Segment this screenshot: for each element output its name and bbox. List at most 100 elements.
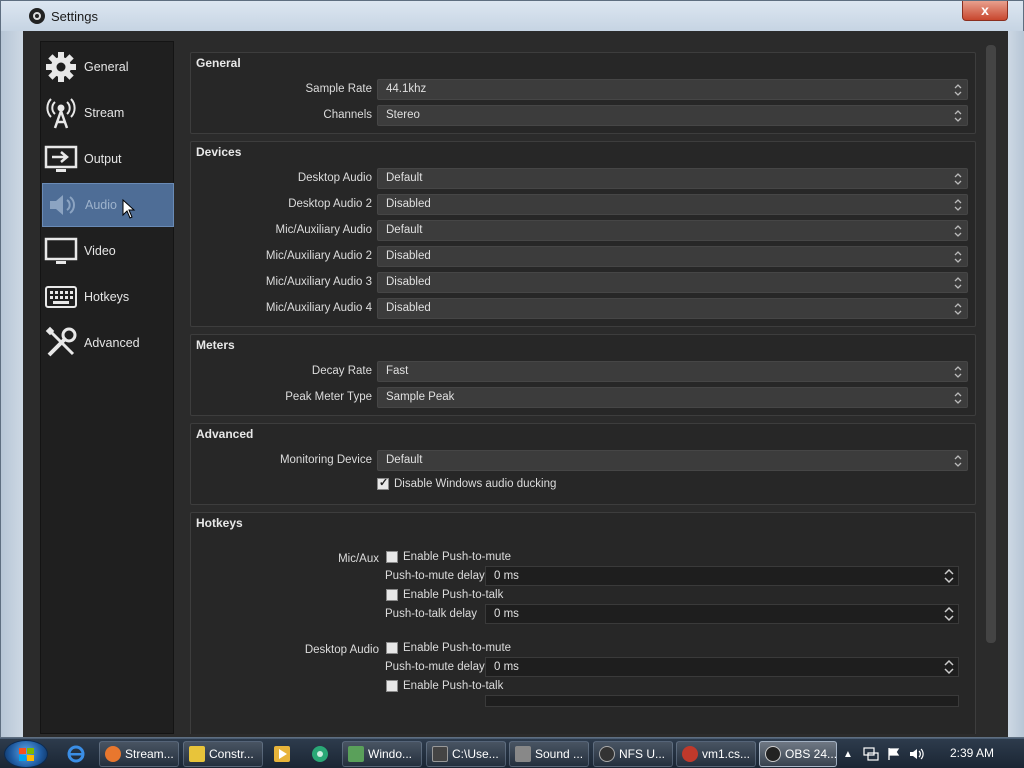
internet-explorer-icon[interactable] [66, 744, 86, 764]
select-value: Default [386, 172, 423, 184]
sidebar-item-advanced[interactable]: Advanced [42, 321, 174, 365]
taskbar: Stream... Constr... Windo... C:\Use... S… [0, 738, 1024, 768]
sample-rate-row: Sample Rate 44.1khz [191, 79, 977, 101]
title-bar[interactable]: Settings x [1, 1, 1023, 31]
sidebar-item-video[interactable]: Video [42, 229, 174, 273]
monitoring-label: Monitoring Device [279, 454, 372, 466]
taskbar-item-label: C:\Use... [452, 747, 499, 761]
chevron-updown-icon [954, 251, 962, 263]
taskbar-item-obs[interactable]: OBS 24... [759, 741, 837, 767]
device-row: Desktop Audio Default [191, 168, 977, 190]
chevron-updown-icon [954, 392, 962, 404]
desktop-audio-2-select[interactable]: Disabled [377, 194, 968, 215]
micaux-push-to-mute-delay-input[interactable]: 0 ms [485, 566, 959, 586]
spin-arrows-icon[interactable] [942, 658, 956, 676]
device-row: Mic/Auxiliary Audio Default [191, 220, 977, 242]
desktop-push-to-talk-row[interactable]: Enable Push-to-talk [386, 678, 503, 694]
taskbar-item-label: Sound ... [535, 747, 584, 761]
ducking-checkbox-row[interactable]: Disable Windows audio ducking [377, 476, 556, 492]
tools-icon [44, 326, 78, 360]
device-label: Mic/Auxiliary Audio 2 [265, 250, 372, 262]
micaux-push-to-mute-row[interactable]: Enable Push-to-mute [386, 549, 511, 565]
select-value: 44.1khz [386, 83, 427, 95]
peak-meter-label: Peak Meter Type [285, 391, 372, 403]
firefox-icon [105, 746, 121, 762]
start-button[interactable] [4, 740, 48, 768]
taskbar-item-label: Constr... [209, 747, 254, 761]
chevron-updown-icon [954, 173, 962, 185]
micaux-push-to-talk-delay-input[interactable]: 0 ms [485, 604, 959, 624]
sound-icon [515, 746, 531, 762]
desktop-push-to-mute-checkbox[interactable] [386, 642, 398, 654]
micaux-push-to-talk-checkbox[interactable] [386, 589, 398, 601]
monitoring-device-select[interactable]: Default [377, 450, 968, 471]
messenger-icon[interactable] [310, 744, 330, 764]
ducking-checkbox[interactable] [377, 476, 389, 490]
device-row: Mic/Auxiliary Audio 4 Disabled [191, 298, 977, 320]
checkbox-label: Enable Push-to-mute [403, 642, 512, 654]
action-center-flag-icon[interactable] [887, 747, 901, 761]
taskbar-item-sound[interactable]: Sound ... [509, 741, 589, 767]
window-title: Settings [51, 8, 98, 24]
taskbar-clock[interactable]: 2:39 AM [950, 746, 994, 760]
mic-aux-audio-4-select[interactable]: Disabled [377, 298, 968, 319]
sidebar-item-audio[interactable]: Audio [42, 183, 174, 227]
close-button[interactable]: x [962, 1, 1008, 21]
antenna-icon [44, 96, 78, 130]
lips-icon [682, 746, 698, 762]
spin-arrows-icon[interactable] [942, 605, 956, 623]
content-scrollbar[interactable] [986, 45, 996, 643]
group-title: Devices [196, 145, 242, 159]
sidebar-item-output[interactable]: Output [42, 137, 174, 181]
sidebar-item-label: General [84, 60, 129, 74]
micaux-push-to-mute-checkbox[interactable] [386, 551, 398, 563]
chevron-updown-icon [954, 277, 962, 289]
peak-meter-row: Peak Meter Type Sample Peak [191, 387, 977, 409]
sidebar-item-stream[interactable]: Stream [42, 91, 174, 135]
desktop-push-to-talk-checkbox[interactable] [386, 680, 398, 692]
obs-icon [765, 746, 781, 762]
decay-rate-select[interactable]: Fast [377, 361, 968, 382]
device-row: Desktop Audio 2 Disabled [191, 194, 977, 216]
group-title: General [196, 56, 241, 70]
taskbar-item-nfs[interactable]: NFS U... [593, 741, 673, 767]
taskbar-item-windo[interactable]: Windo... [342, 741, 422, 767]
desktop-audio-select[interactable]: Default [377, 168, 968, 189]
micaux-push-to-talk-row[interactable]: Enable Push-to-talk [386, 587, 503, 603]
chevron-updown-icon [954, 366, 962, 378]
chevron-updown-icon [954, 303, 962, 315]
taskbar-item-constr[interactable]: Constr... [183, 741, 263, 767]
taskbar-item-cuse[interactable]: C:\Use... [426, 741, 506, 767]
spin-arrows-icon[interactable] [942, 567, 956, 585]
channels-select[interactable]: Stereo [377, 105, 968, 126]
media-player-icon[interactable] [272, 744, 292, 764]
mic-aux-audio-3-select[interactable]: Disabled [377, 272, 968, 293]
chevron-updown-icon [954, 199, 962, 211]
sidebar-item-label: Stream [84, 106, 125, 120]
mic-aux-audio-2-select[interactable]: Disabled [377, 246, 968, 267]
sidebar-item-general[interactable]: General [42, 45, 174, 89]
select-value: Disabled [386, 302, 431, 314]
desktop-push-to-talk-delay-input[interactable] [485, 695, 959, 707]
peak-meter-select[interactable]: Sample Peak [377, 387, 968, 408]
select-value: Default [386, 454, 423, 466]
sample-rate-select[interactable]: 44.1khz [377, 79, 968, 100]
sidebar-item-hotkeys[interactable]: Hotkeys [42, 275, 174, 319]
gear-icon [44, 50, 78, 84]
monitor-icon [44, 234, 78, 268]
taskbar-item-stream[interactable]: Stream... [99, 741, 179, 767]
volume-icon[interactable] [909, 747, 925, 761]
meters-group: Meters Decay Rate Fast Peak Meter Type S… [190, 334, 976, 416]
desktop-push-to-mute-delay-input[interactable]: 0 ms [485, 657, 959, 677]
device-label: Desktop Audio 2 [288, 198, 372, 210]
tray-expand-icon[interactable]: ▲ [843, 749, 853, 760]
system-tray: ▲ [843, 739, 925, 768]
mic-aux-audio-select[interactable]: Default [377, 220, 968, 241]
network-icon[interactable] [863, 747, 879, 761]
mouse-cursor-icon [122, 199, 136, 219]
sidebar-item-label: Advanced [84, 336, 140, 350]
desktop-push-to-mute-row[interactable]: Enable Push-to-mute [386, 640, 511, 656]
spin-value: 0 ms [494, 661, 519, 673]
taskbar-item-vm1[interactable]: vm1.cs... [676, 741, 756, 767]
push-to-mute-delay-label: Push-to-mute delay [385, 570, 485, 582]
